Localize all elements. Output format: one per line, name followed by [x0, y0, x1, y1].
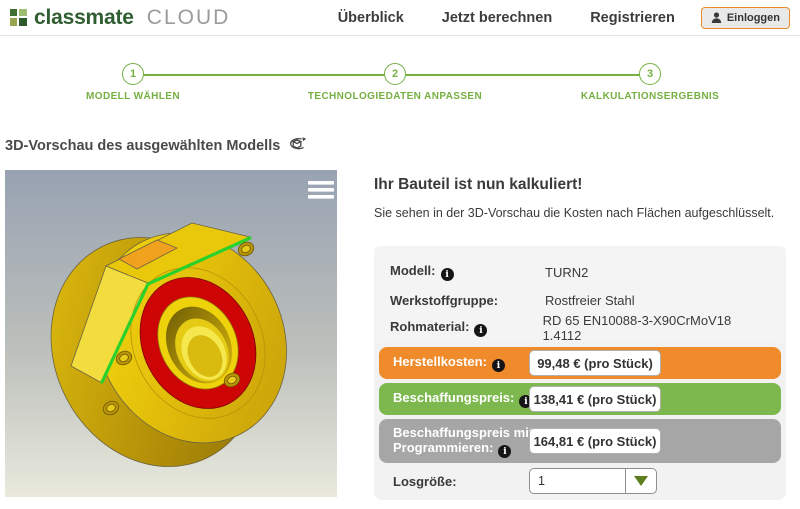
step-3-kalkulationsergebnis[interactable]: 3 KALKULATIONSERGEBNIS [530, 55, 770, 102]
step-3-circle[interactable]: 3 [639, 63, 661, 85]
lot-size-label: Losgröße: [393, 474, 457, 489]
werkstoffgruppe-label: Werkstoffgruppe: [390, 293, 545, 308]
preview-title-text: 3D-Vorschau des ausgewählten Modells [5, 138, 280, 154]
herstellkosten-value-field[interactable]: 99,48 € (pro Stück) [529, 350, 661, 376]
result-heading: Ihr Bauteil ist nun kalkuliert! [374, 176, 582, 194]
lot-size-row: Losgröße: 1 [379, 467, 781, 495]
step-1-modell-waehlen[interactable]: 1 MODELL WÄHLEN [13, 55, 253, 102]
info-icon[interactable] [492, 359, 505, 372]
model-label: Modell: [390, 263, 436, 278]
price-row-herstellkosten: Herstellkosten: 99,48 € (pro Stück) [379, 347, 781, 379]
model-value: TURN2 [545, 265, 588, 280]
step-1-label: MODELL WÄHLEN [13, 91, 253, 102]
price-panel: Herstellkosten: 99,48 € (pro Stück) Besc… [374, 342, 786, 500]
info-icon[interactable] [441, 268, 454, 281]
person-icon [711, 12, 722, 23]
product-name: CLOUD [147, 6, 231, 30]
rohmaterial-value: RD 65 EN10088-3-X90CrMoV18 1.4112 [543, 313, 770, 343]
rotate-3d-icon [286, 136, 308, 155]
beschaffungspreis-programmieren-label: Beschaffungspreis mit Programmieren: [393, 425, 533, 455]
preview-title: 3D-Vorschau des ausgewählten Modells [5, 136, 308, 155]
step-2-circle[interactable]: 2 [384, 63, 406, 85]
herstellkosten-label: Herstellkosten: [393, 354, 487, 369]
step-3-label: KALKULATIONSERGEBNIS [530, 91, 770, 102]
classmate-cloud-logo[interactable]: classmate CLOUD [10, 6, 230, 30]
model-info-row-werkstoffgruppe: Werkstoffgruppe: Rostfreier Stahl [390, 286, 770, 314]
model-info-row-modell: Modell: TURN2 [390, 258, 770, 286]
chevron-down-icon [634, 476, 648, 486]
result-subheading: Sie sehen in der 3D-Vorschau die Kosten … [374, 206, 774, 220]
beschaffungspreis-label: Beschaffungspreis: [393, 390, 514, 405]
3d-viewer[interactable] [5, 170, 337, 497]
login-button[interactable]: Einloggen [701, 7, 790, 29]
nav-item-ueberblick[interactable]: Überblick [338, 10, 404, 26]
classmate-logo-icon [10, 9, 27, 26]
price-row-beschaffungspreis-programmieren: Beschaffungspreis mit Programmieren: 164… [379, 419, 781, 463]
info-icon[interactable] [498, 445, 511, 458]
werkstoffgruppe-value: Rostfreier Stahl [545, 293, 635, 308]
beschaffungspreis-value-field[interactable]: 138,41 € (pro Stück) [529, 386, 661, 412]
model-info-box: Modell: TURN2 Werkstoffgruppe: Rostfreie… [374, 246, 786, 354]
beschaffungspreis-programmieren-value-field[interactable]: 164,81 € (pro Stück) [529, 428, 661, 454]
model-info-row-rohmaterial: Rohmaterial: RD 65 EN10088-3-X90CrMoV18 … [390, 314, 770, 342]
rohmaterial-label: Rohmaterial: [390, 319, 469, 334]
wizard-stepper: 1 MODELL WÄHLEN 2 TECHNOLOGIEDATEN ANPAS… [0, 55, 800, 110]
nav-item-registrieren[interactable]: Registrieren [590, 10, 675, 26]
nav-item-jetzt-berechnen[interactable]: Jetzt berechnen [442, 10, 552, 26]
hamburger-menu-icon[interactable] [308, 181, 334, 199]
step-2-label: TECHNOLOGIEDATEN ANPASSEN [275, 91, 515, 102]
price-row-beschaffungspreis: Beschaffungspreis: 138,41 € (pro Stück) [379, 383, 781, 415]
info-icon[interactable] [474, 324, 487, 337]
login-button-label: Einloggen [727, 12, 780, 24]
lot-size-select[interactable]: 1 [529, 468, 657, 494]
step-2-technologiedaten[interactable]: 2 TECHNOLOGIEDATEN ANPASSEN [275, 55, 515, 102]
lot-size-value: 1 [530, 474, 625, 488]
step-1-circle[interactable]: 1 [122, 63, 144, 85]
top-navbar: classmate CLOUD Überblick Jetzt berechne… [0, 0, 800, 36]
page: classmate CLOUD Überblick Jetzt berechne… [0, 0, 800, 509]
brand-name: classmate [34, 6, 134, 30]
main-nav: Überblick Jetzt berechnen Registrieren [338, 10, 675, 26]
